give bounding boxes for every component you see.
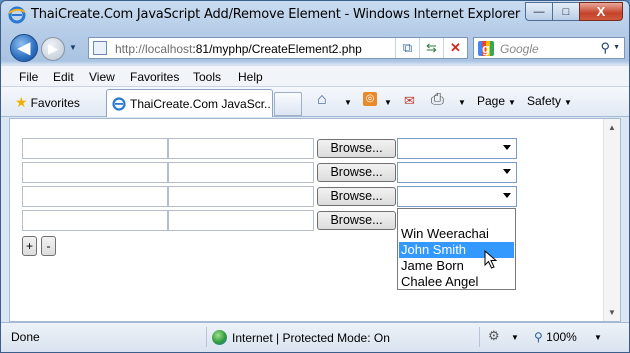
text-input[interactable] — [22, 138, 168, 159]
home-icon[interactable]: ⌂ — [317, 91, 327, 109]
window-title: ThaiCreate.Com JavaScript Add/Remove Ele… — [31, 7, 521, 22]
add-row-button[interactable]: + — [22, 236, 37, 256]
chevron-down-icon — [503, 169, 511, 174]
mouse-cursor-icon — [484, 250, 498, 269]
menu-edit[interactable]: Edit — [53, 70, 74, 84]
protected-mode-dropdown[interactable]: ▼ — [511, 333, 519, 342]
protected-mode-icon[interactable]: ⚙ — [488, 328, 500, 344]
refresh-icon[interactable]: ⇆ — [419, 38, 443, 58]
file-path-input[interactable] — [168, 162, 314, 183]
file-path-input[interactable] — [168, 186, 314, 207]
scroll-up-icon[interactable]: ▲ — [608, 123, 616, 132]
text-input[interactable] — [22, 210, 168, 231]
scroll-down-icon[interactable]: ▼ — [608, 308, 616, 317]
search-box[interactable]: g Google ⚲ ▼ — [473, 37, 625, 59]
new-tab-button[interactable] — [274, 92, 302, 116]
browse-button[interactable]: Browse... — [317, 187, 396, 206]
star-icon: ★ — [15, 94, 28, 110]
page-content: Browse... Browse... Browse... Browse... … — [9, 118, 621, 322]
search-options-dropdown[interactable]: ▼ — [613, 44, 620, 51]
file-path-input[interactable] — [168, 210, 314, 231]
page-icon — [93, 41, 107, 55]
name-select[interactable] — [397, 162, 517, 183]
magnifier-icon: ⚲ — [534, 330, 543, 344]
menu-file[interactable]: File — [19, 70, 38, 84]
text-input[interactable] — [22, 186, 168, 207]
command-bar: ★ Favorites ThaiCreate.Com JavaScr... ⌂ ▼… — [1, 87, 629, 117]
zoom-dropdown[interactable]: ▼ — [594, 333, 602, 342]
arrow-right-icon: ▶ — [48, 41, 58, 56]
browser-window: ThaiCreate.Com JavaScript Add/Remove Ele… — [0, 0, 630, 353]
menu-tools[interactable]: Tools — [193, 70, 221, 84]
compatibility-view-icon[interactable]: ⧉ — [395, 38, 419, 58]
chevron-down-icon — [503, 193, 511, 198]
name-select[interactable] — [397, 138, 517, 159]
address-bar[interactable]: http://localhost:81/myphp/CreateElement2… — [88, 37, 468, 59]
status-divider — [479, 327, 480, 347]
title-bar: ThaiCreate.Com JavaScript Add/Remove Ele… — [1, 1, 629, 29]
home-dropdown[interactable]: ▼ — [344, 98, 352, 107]
forward-button[interactable]: ▶ — [41, 37, 65, 61]
vertical-scrollbar[interactable]: ▲ ▼ — [603, 119, 620, 321]
feeds-dropdown[interactable]: ▼ — [384, 98, 392, 107]
navigation-bar: ◀ ▶ ▼ http://localhost:81/myphp/CreateEl… — [1, 29, 629, 65]
dropdown-option[interactable]: Win Weerachai — [399, 226, 514, 242]
remove-row-button[interactable]: - — [41, 236, 56, 256]
browse-button[interactable]: Browse... — [317, 211, 396, 230]
recent-pages-dropdown[interactable]: ▼ — [69, 43, 77, 52]
stop-icon[interactable]: ✕ — [443, 38, 467, 58]
text-input[interactable] — [22, 162, 168, 183]
tab-title: ThaiCreate.Com JavaScr... — [130, 97, 270, 111]
status-divider — [206, 327, 207, 347]
select-dropdown-list: Win Weerachai John Smith Jame Born Chale… — [397, 208, 516, 290]
search-icon[interactable]: ⚲ — [600, 40, 610, 56]
menu-favorites[interactable]: Favorites — [130, 70, 179, 84]
menu-bar: File Edit View Favorites Tools Help — [1, 65, 629, 87]
print-icon[interactable]: ⎙ — [431, 91, 444, 109]
chevron-down-icon — [503, 145, 511, 150]
browse-button[interactable]: Browse... — [317, 139, 396, 158]
dropdown-option[interactable]: Chalee Angel — [399, 274, 514, 290]
search-input[interactable]: Google — [500, 42, 539, 56]
ie-page-icon — [112, 97, 126, 111]
address-buttons: ⧉ ⇆ ✕ — [395, 38, 467, 58]
status-text: Done — [11, 330, 40, 344]
safety-menu[interactable]: Safety ▼ — [527, 94, 572, 108]
close-button[interactable]: X — [579, 2, 623, 21]
ie-logo-icon — [8, 6, 26, 24]
dropdown-option[interactable] — [399, 211, 514, 227]
google-logo-icon: g — [478, 41, 494, 56]
address-url[interactable]: http://localhost:81/myphp/CreateElement2… — [115, 42, 362, 56]
tab-active[interactable]: ThaiCreate.Com JavaScr... — [106, 89, 273, 117]
window-controls: — □ X — [525, 2, 623, 21]
status-bar: Done Internet | Protected Mode: On ⚙ ▼ ⚲… — [1, 322, 629, 352]
page-menu[interactable]: Page ▼ — [477, 94, 516, 108]
back-button[interactable]: ◀ — [10, 34, 38, 62]
rss-feed-icon[interactable]: ◎ — [363, 92, 377, 106]
file-path-input[interactable] — [168, 138, 314, 159]
print-dropdown[interactable]: ▼ — [458, 98, 466, 107]
menu-help[interactable]: Help — [238, 70, 263, 84]
favorites-button[interactable]: ★ Favorites — [15, 94, 80, 111]
name-select-open[interactable] — [397, 186, 517, 207]
menu-view[interactable]: View — [89, 70, 115, 84]
maximize-button[interactable]: □ — [552, 2, 580, 21]
security-zone[interactable]: Internet | Protected Mode: On — [212, 330, 390, 345]
minimize-button[interactable]: — — [525, 2, 553, 21]
globe-icon — [212, 330, 227, 345]
arrow-left-icon: ◀ — [17, 40, 31, 57]
zoom-level[interactable]: ⚲ 100% — [534, 330, 577, 344]
browse-button[interactable]: Browse... — [317, 163, 396, 182]
mail-icon[interactable]: ✉ — [404, 93, 415, 109]
